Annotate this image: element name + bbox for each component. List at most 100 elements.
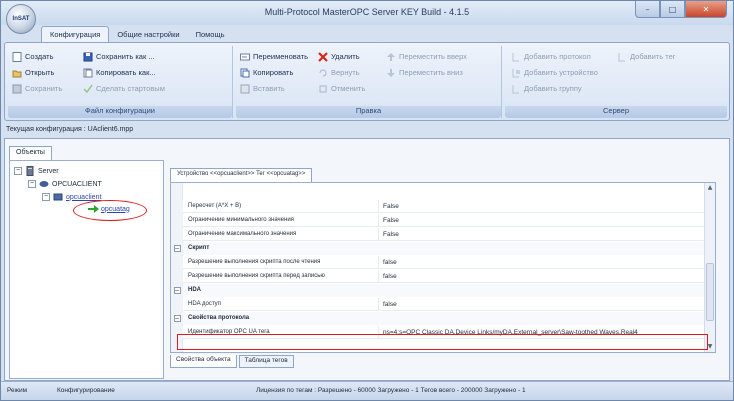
delete-x-icon: [318, 51, 328, 62]
copy-button[interactable]: Копировать: [240, 66, 293, 79]
tab-object-properties[interactable]: Свойства объекта: [170, 355, 237, 368]
row-gutter: [171, 214, 183, 227]
add-tag-icon: [617, 52, 627, 62]
app-menu-button[interactable]: InSAT: [6, 4, 36, 34]
tree-label-device: opcuaclient: [66, 193, 102, 201]
property-row[interactable]: Ограничение минимального значения False: [171, 214, 705, 227]
tab-help[interactable]: Помощь: [188, 27, 233, 42]
close-button[interactable]: ✕: [685, 1, 727, 18]
property-value[interactable]: False: [379, 214, 705, 227]
property-name: Ограничение минимального значения: [183, 214, 379, 227]
revert-button[interactable]: Вернуть: [318, 66, 360, 79]
scroll-up-icon[interactable]: ▲: [705, 184, 715, 194]
add-tag-button[interactable]: Добавить тег: [617, 50, 676, 63]
property-name: Пересчет (A*X + B): [183, 200, 379, 213]
tab-configuration[interactable]: Конфигурация: [41, 26, 110, 42]
copy-icon: [240, 68, 250, 78]
app-logo: InSAT: [12, 16, 30, 22]
save-label: Сохранить: [25, 84, 63, 93]
add-group-icon: [511, 84, 521, 94]
add-group-button[interactable]: Добавить группу: [511, 82, 582, 95]
save-as-icon: [83, 52, 93, 62]
property-category[interactable]: − Скрипт: [171, 242, 705, 255]
property-row[interactable]: Ограничение максимального значения False: [171, 228, 705, 241]
collapse-icon[interactable]: −: [171, 242, 183, 255]
tab-general-settings[interactable]: Общие настройки: [109, 27, 187, 42]
status-mode-value: Конфигурирование: [57, 387, 115, 394]
create-button[interactable]: Создать: [12, 50, 54, 63]
vertical-scrollbar[interactable]: ▲ ▼: [704, 183, 715, 352]
collapse-icon[interactable]: −: [171, 284, 183, 297]
scroll-thumb[interactable]: [706, 263, 714, 321]
property-row[interactable]: Пересчет (A*X + B) False: [171, 200, 705, 213]
ribbon-tabs: Конфигурация Общие настройки Помощь: [41, 25, 233, 42]
server-icon: [25, 166, 35, 176]
save-button[interactable]: Сохранить: [12, 82, 62, 95]
collapse-icon[interactable]: −: [42, 193, 50, 201]
add-protocol-button[interactable]: Добавить протокол: [511, 50, 591, 63]
copy-as-label: Копировать как...: [96, 68, 156, 77]
collapse-icon[interactable]: −: [171, 312, 183, 325]
rename-button[interactable]: Переименовать: [240, 50, 308, 63]
open-label: Открыть: [25, 68, 55, 77]
add-device-icon: [511, 68, 521, 78]
row-gutter: [171, 200, 183, 213]
collapse-icon[interactable]: −: [28, 180, 36, 188]
current-config-path: Текущая конфигурация : UAclient6.mpp: [6, 126, 134, 133]
property-value: [379, 284, 705, 297]
open-button[interactable]: Открыть: [12, 66, 54, 79]
property-value: [379, 312, 705, 325]
property-value[interactable]: False: [379, 200, 705, 213]
save-as-label: Сохранить как ...: [96, 52, 155, 61]
tab-tag-table[interactable]: Таблица тегов: [238, 355, 294, 368]
file-config-group: Создать Открыть Сохранить Сохранить как …: [8, 46, 233, 118]
property-row[interactable]: HDA доступ false: [171, 298, 705, 311]
move-down-button[interactable]: Переместить вниз: [386, 66, 463, 79]
move-up-button[interactable]: Переместить вверх: [386, 50, 467, 63]
edit-group-title: Правка: [236, 106, 501, 118]
collapse-icon[interactable]: −: [14, 167, 22, 175]
open-folder-icon: [12, 68, 22, 78]
property-name: HDA доступ: [183, 298, 379, 311]
property-value[interactable]: false: [379, 256, 705, 269]
editor-tab[interactable]: Устройство <<opcuaclient>> Тег <<opcuata…: [170, 168, 313, 182]
cancel-label: Отменить: [331, 84, 366, 93]
edit-group: Переименовать Копировать Вставить Удалит…: [236, 46, 502, 118]
copy-as-button[interactable]: Копировать как...: [83, 66, 156, 79]
property-value[interactable]: False: [379, 228, 705, 241]
tree-node-server[interactable]: − Server: [14, 166, 59, 176]
paste-button[interactable]: Вставить: [240, 82, 285, 95]
property-value[interactable]: false: [379, 270, 705, 283]
minimize-button[interactable]: –: [635, 1, 660, 18]
make-startup-button[interactable]: Сделать стартовым: [83, 82, 165, 95]
checkmark-icon: [83, 84, 93, 94]
server-group-title: Сервер: [505, 106, 727, 118]
tab-objects[interactable]: Объекты: [9, 146, 52, 160]
new-file-icon: [12, 51, 22, 62]
make-startup-label: Сделать стартовым: [96, 84, 165, 93]
add-protocol-label: Добавить протокол: [524, 52, 591, 61]
property-row[interactable]: Разрешение выполнения скрипта перед запи…: [171, 270, 705, 283]
property-category[interactable]: − HDA: [171, 284, 705, 297]
delete-label: Удалить: [331, 52, 360, 61]
paste-label: Вставить: [253, 84, 285, 93]
status-mode-label: Режим: [7, 387, 28, 394]
cancel-button[interactable]: Отменить: [318, 82, 365, 95]
property-category[interactable]: − Свойства протокола: [171, 312, 705, 325]
delete-button[interactable]: Удалить: [318, 50, 360, 63]
title-bar: Multi-Protocol MasterOPC Server KEY Buil…: [1, 1, 733, 25]
row-gutter: [171, 256, 183, 269]
row-gutter: [171, 298, 183, 311]
add-device-button[interactable]: Добавить устройство: [511, 66, 598, 79]
save-as-button[interactable]: Сохранить как ...: [83, 50, 155, 63]
tree-node-opcuaclient-protocol[interactable]: − OPCUACLIENT: [28, 179, 102, 189]
device-icon: [53, 192, 63, 202]
status-bar: Режим Конфигурирование Лицензия по тегам…: [1, 381, 733, 400]
row-gutter: [171, 228, 183, 241]
protocol-icon: [39, 179, 49, 189]
property-row[interactable]: Разрешение выполнения скрипта после чтен…: [171, 256, 705, 269]
annotation-rectangle: [177, 334, 708, 350]
maximize-button[interactable]: □: [660, 1, 685, 18]
property-value[interactable]: false: [379, 298, 705, 311]
paste-icon: [240, 84, 250, 94]
